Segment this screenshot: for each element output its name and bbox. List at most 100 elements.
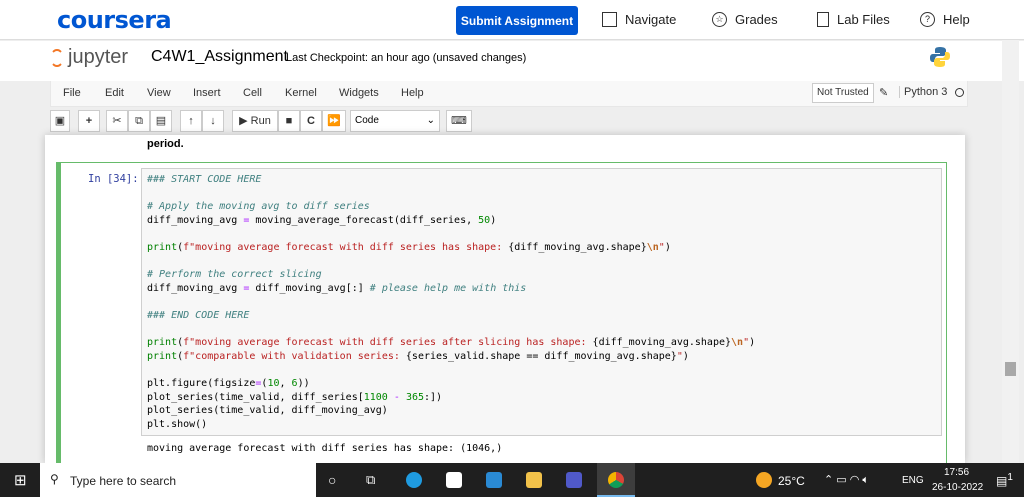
taskbar-search[interactable]: ⚲ Type here to search (40, 463, 316, 497)
code-token: ### START CODE HERE (147, 174, 262, 185)
lab-files-label: Lab Files (837, 12, 890, 27)
language[interactable]: ENG (902, 475, 924, 486)
code-token: # please help me with this (369, 282, 527, 294)
code-line: plt.show() (147, 418, 936, 432)
code-token: )) (297, 377, 310, 389)
menu-bar: File Edit View Insert Cell Kernel Widget… (50, 81, 968, 107)
code-line: plot_series(time_valid, diff_series[1100… (147, 391, 936, 405)
code-line: # Apply the moving avg to diff series (147, 200, 936, 214)
chrome-icon (608, 472, 624, 488)
temperature[interactable]: 25°C (778, 474, 805, 488)
restart-run-all-icon[interactable]: ⏩ (322, 110, 346, 132)
tray-icons[interactable]: ⌃ ▭ ◠ 🔈︎ (824, 473, 869, 487)
chevron-down-icon: ⌄ (426, 115, 435, 126)
previous-cell-text: period. (147, 138, 184, 150)
copy-icon[interactable]: ⧉ (128, 110, 150, 132)
clock-date[interactable]: 26-10-2022 (932, 482, 983, 493)
keyboard-icon[interactable]: ⌨ (446, 110, 472, 132)
edit-pencil-icon[interactable]: ✎ (879, 86, 888, 99)
code-line: plot_series(time_valid, diff_moving_avg) (147, 404, 936, 418)
python-logo-icon (930, 47, 950, 67)
submit-assignment-button[interactable]: Submit Assignment (456, 6, 578, 35)
menu-view[interactable]: View (147, 87, 171, 99)
code-line: ### END CODE HERE (147, 309, 936, 323)
search-placeholder: Type here to search (70, 474, 177, 488)
play-icon: ▶ (239, 115, 251, 127)
code-token: f"moving average forecast with diff seri… (183, 241, 509, 253)
not-trusted-button[interactable]: Not Trusted (812, 83, 874, 103)
cut-icon[interactable]: ✂ (106, 110, 128, 132)
help-label: Help (943, 12, 970, 27)
code-token: # Apply the moving avg to diff series (147, 201, 370, 213)
code-line: plt.figure(figsize=(10, 6)) (147, 377, 936, 391)
notification-icon[interactable]: ▤1 (996, 472, 1013, 488)
cell-output: moving average forecast with diff series… (147, 443, 503, 454)
menu-file[interactable]: File (63, 87, 81, 99)
mail-icon[interactable] (486, 472, 502, 488)
edge-icon[interactable] (406, 472, 422, 488)
code-token: ) (749, 337, 756, 349)
paste-icon[interactable]: ▤ (150, 110, 172, 132)
navigate-icon (602, 12, 617, 27)
help-button[interactable]: ? Help (920, 12, 970, 27)
stop-icon[interactable]: ■ (278, 110, 300, 132)
code-token: diff_moving_avg (147, 214, 244, 226)
code-editor[interactable]: ### START CODE HERE # Apply the moving av… (141, 168, 942, 436)
save-icon[interactable]: ▣ (50, 110, 70, 132)
store-icon[interactable] (446, 472, 462, 488)
restart-icon[interactable]: C (300, 110, 322, 132)
star-icon: ☆ (712, 12, 727, 27)
teams-icon[interactable] (566, 472, 582, 488)
code-token: diff_moving_avg (147, 282, 244, 294)
run-button[interactable]: ▶ Run (232, 110, 278, 132)
add-cell-icon[interactable]: + (78, 110, 100, 132)
jupyter-header: jupyter C4W1_Assignment Last Checkpoint:… (0, 41, 1024, 81)
checkpoint-status: Last Checkpoint: an hour ago (unsaved ch… (286, 52, 527, 64)
code-token: diff_moving_avg[:] (249, 282, 370, 294)
code-line: print(f"moving average forecast with dif… (147, 241, 936, 255)
file-explorer-icon[interactable] (526, 472, 542, 488)
code-token: print (147, 337, 178, 349)
code-token: {diff_moving_avg.shape} (592, 337, 732, 349)
coursera-logo[interactable]: coursera (57, 6, 172, 34)
navigate-button[interactable]: Navigate (602, 12, 676, 27)
file-icon (817, 12, 829, 27)
code-token: print (147, 241, 178, 253)
jupyter-logo-text: jupyter (68, 46, 129, 68)
jupyter-logo[interactable]: jupyter (50, 46, 128, 69)
code-token: ### END CODE HERE (147, 309, 250, 321)
code-token: ) (490, 214, 497, 226)
menu-edit[interactable]: Edit (105, 87, 124, 99)
menu-help[interactable]: Help (401, 87, 424, 99)
code-token: 1100 (363, 391, 388, 403)
chrome-taskbar-button[interactable] (597, 463, 635, 497)
code-token: 365 (405, 391, 424, 403)
scrollbar[interactable] (1002, 40, 1019, 463)
kernel-idle-icon (955, 88, 964, 97)
menu-insert[interactable]: Insert (193, 87, 221, 99)
clock-time[interactable]: 17:56 (944, 467, 969, 478)
grades-label: Grades (735, 12, 778, 27)
kernel-name: Python 3 (899, 86, 947, 98)
windows-start-icon[interactable]: ⊞ (14, 471, 27, 489)
move-down-icon[interactable]: ↓ (202, 110, 224, 132)
menu-cell[interactable]: Cell (243, 87, 262, 99)
cortana-icon[interactable]: ○ (328, 472, 336, 488)
task-view-icon[interactable]: ⧉ (366, 472, 375, 488)
notebook-name[interactable]: C4W1_Assignment (151, 48, 288, 66)
grades-button[interactable]: ☆ Grades (712, 12, 778, 27)
run-label: Run (250, 115, 271, 127)
code-token: ) (664, 241, 671, 253)
move-up-icon[interactable]: ↑ (180, 110, 202, 132)
scrollbar-thumb[interactable] (1005, 362, 1016, 376)
menu-widgets[interactable]: Widgets (339, 87, 379, 99)
cell-type-select[interactable]: Code ⌄ (350, 110, 440, 132)
cell-prompt: In [34]: (88, 173, 139, 185)
navigate-label: Navigate (625, 12, 677, 27)
menu-kernel[interactable]: Kernel (285, 87, 317, 99)
lab-files-button[interactable]: Lab Files (817, 12, 890, 27)
